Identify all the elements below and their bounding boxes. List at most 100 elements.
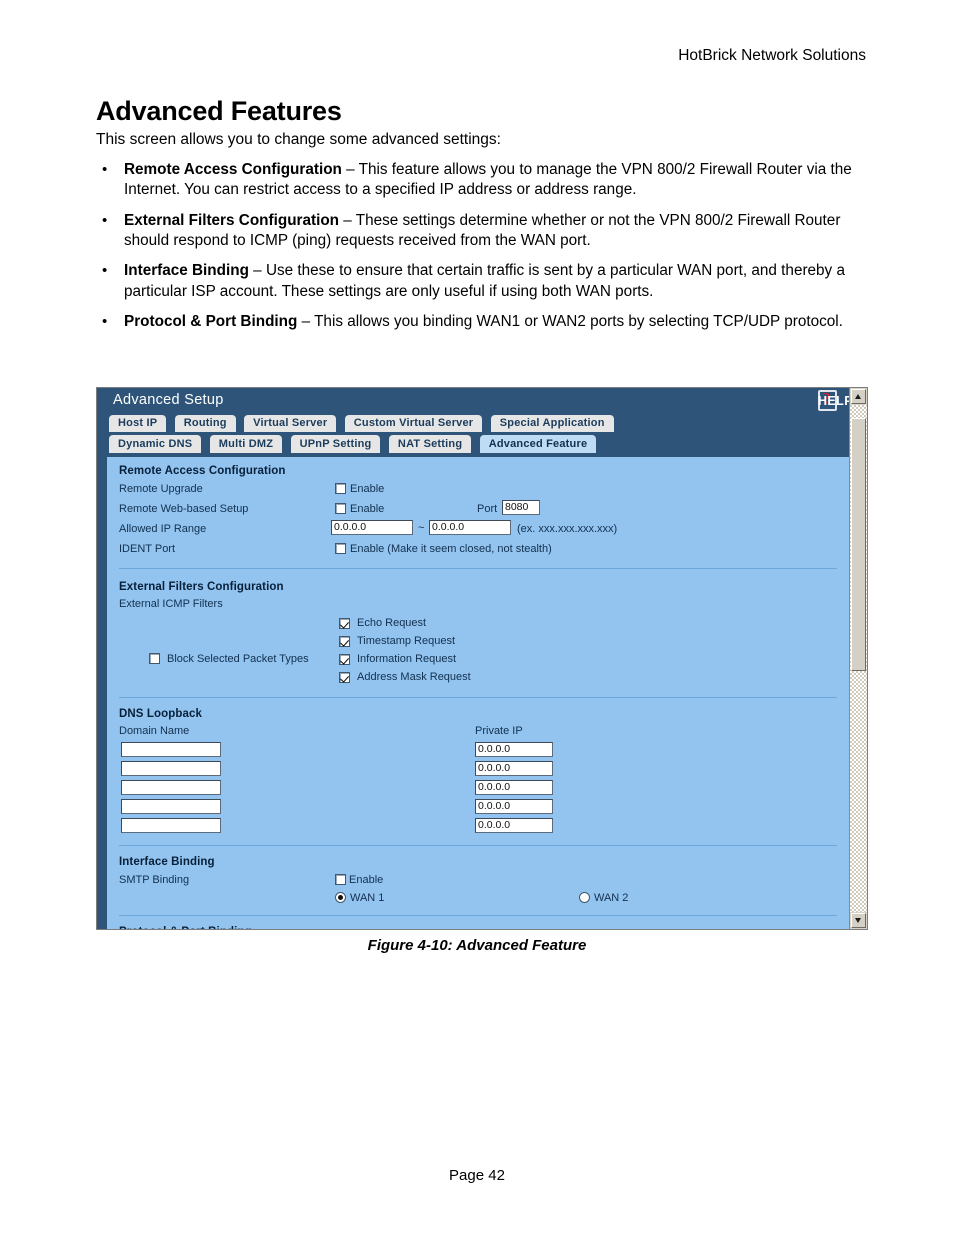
dns-private-ip-input-1[interactable]: 0.0.0.0: [475, 742, 553, 757]
list-item: • Interface Binding – Use these to ensur…: [96, 261, 886, 302]
triangle-down-icon: [855, 918, 861, 923]
window-titlebar: Advanced Setup ? HELP: [97, 388, 853, 414]
allowed-ip-from-input[interactable]: 0.0.0.0: [331, 520, 413, 535]
page-title: Advanced Features: [96, 96, 342, 127]
bullet-term: Remote Access Configuration: [124, 161, 342, 178]
checkbox-block-selected-packet-types[interactable]: [149, 653, 160, 664]
bullet-term: External Filters Configuration: [124, 211, 340, 229]
settings-panel: Remote Access Configuration Remote Upgra…: [97, 457, 849, 929]
help-label: HELP: [818, 393, 853, 408]
scrollbar-thumb[interactable]: [851, 418, 866, 671]
tab-nat-setting[interactable]: NAT Setting: [388, 435, 472, 453]
label-address-mask-request: Address Mask Request: [357, 671, 471, 683]
bullet-term: Interface Binding: [124, 262, 249, 280]
label-ident-port: IDENT Port: [119, 543, 176, 555]
window-title: Advanced Setup: [113, 392, 224, 408]
tab-advanced-feature[interactable]: Advanced Feature: [479, 435, 597, 453]
tab-dynamic-dns[interactable]: Dynamic DNS: [109, 435, 202, 453]
label-port: Port: [477, 503, 498, 515]
tab-custom-virtual-server[interactable]: Custom Virtual Server: [344, 415, 483, 432]
dns-domain-input-4[interactable]: [121, 799, 221, 814]
feature-bullet-list: • Remote Access Configuration – This fea…: [96, 160, 886, 342]
dns-domain-input-5[interactable]: [121, 818, 221, 833]
help-button[interactable]: ? HELP: [818, 389, 853, 411]
port-input[interactable]: 8080: [502, 500, 540, 515]
radio-wan-1[interactable]: [335, 892, 346, 903]
label-remote-upgrade-enable: Enable: [350, 483, 385, 495]
label-smtp-binding: SMTP Binding: [119, 874, 190, 886]
tab-host-ip[interactable]: Host IP: [109, 415, 167, 432]
label-external-icmp-filters: External ICMP Filters: [119, 598, 223, 610]
bullet-term: Protocol & Port Binding: [124, 313, 298, 331]
bullet-marker: •: [102, 211, 108, 229]
section-title-protocol-port-binding: Protocol & Port Binding: [119, 926, 252, 929]
label-ident-port-enable: Enable (Make it seem closed, not stealth…: [350, 543, 552, 555]
section-divider: [119, 697, 837, 698]
checkbox-remote-upgrade-enable[interactable]: [335, 483, 346, 494]
section-title-remote-access: Remote Access Configuration: [119, 465, 286, 477]
settings-panel-body: Remote Access Configuration Remote Upgra…: [107, 457, 849, 929]
scroll-down-button[interactable]: [851, 913, 866, 928]
section-title-external-filters: External Filters Configuration: [119, 581, 284, 593]
checkbox-smtp-binding-enable[interactable]: [335, 874, 346, 885]
dns-domain-input-2[interactable]: [121, 761, 221, 776]
dns-domain-input-3[interactable]: [121, 780, 221, 795]
router-ui-screenshot: Advanced Setup ? HELP Host IP Routing Vi…: [96, 387, 868, 930]
tab-special-application[interactable]: Special Application: [490, 415, 614, 432]
router-ui-content: Advanced Setup ? HELP Host IP Routing Vi…: [97, 388, 853, 929]
figure-caption: Figure 4-10: Advanced Feature: [367, 937, 587, 954]
triangle-up-icon: [855, 394, 861, 399]
page-number: Page 42: [449, 1167, 505, 1184]
section-divider: [119, 915, 837, 916]
checkbox-information-request[interactable]: [339, 654, 350, 665]
column-header-domain-name: Domain Name: [119, 725, 190, 737]
list-item: • Protocol & Port Binding – This allows …: [96, 312, 886, 332]
checkbox-ident-port-enable[interactable]: [335, 543, 346, 554]
label-wan-2: WAN 2: [594, 892, 629, 904]
allowed-ip-range-separator: ~: [418, 522, 425, 534]
section-divider: [119, 568, 837, 569]
label-remote-upgrade: Remote Upgrade: [119, 483, 203, 495]
label-wan-1: WAN 1: [350, 892, 385, 904]
dns-private-ip-input-4[interactable]: 0.0.0.0: [475, 799, 553, 814]
label-remote-web-setup-enable: Enable: [350, 503, 385, 515]
allowed-ip-to-input[interactable]: 0.0.0.0: [429, 520, 511, 535]
label-allowed-ip-range: Allowed IP Range: [119, 523, 207, 535]
list-item: • Remote Access Configuration – This fea…: [96, 160, 886, 201]
dns-domain-input-1[interactable]: [121, 742, 221, 757]
allowed-ip-range-hint: (ex. xxx.xxx.xxx.xxx): [517, 523, 618, 535]
section-divider: [119, 845, 837, 846]
vertical-scrollbar[interactable]: [849, 388, 867, 929]
label-block-selected-packet-types: Block Selected Packet Types: [167, 653, 309, 665]
running-header: HotBrick Network Solutions: [678, 47, 866, 64]
label-timestamp-request: Timestamp Request: [357, 635, 456, 647]
tab-multi-dmz[interactable]: Multi DMZ: [209, 435, 283, 453]
section-title-interface-binding: Interface Binding: [119, 856, 215, 868]
bullet-text: – This allows you binding WAN1 or WAN2 p…: [297, 313, 843, 331]
bullet-marker: •: [102, 313, 108, 331]
label-remote-web-setup: Remote Web-based Setup: [119, 503, 249, 515]
scroll-up-button[interactable]: [851, 389, 866, 404]
label-echo-request: Echo Request: [357, 617, 427, 629]
checkbox-timestamp-request[interactable]: [339, 636, 350, 647]
tab-upnp-setting[interactable]: UPnP Setting: [290, 435, 381, 453]
column-header-private-ip: Private IP: [475, 725, 523, 737]
dns-private-ip-input-2[interactable]: 0.0.0.0: [475, 761, 553, 776]
label-smtp-binding-enable: Enable: [349, 874, 384, 886]
tab-virtual-server[interactable]: Virtual Server: [244, 415, 337, 432]
bullet-marker: •: [102, 161, 108, 178]
intro-paragraph: This screen allows you to change some ad…: [96, 131, 501, 148]
list-item: • External Filters Configuration – These…: [96, 211, 886, 252]
bullet-marker: •: [102, 262, 108, 280]
checkbox-address-mask-request[interactable]: [339, 672, 350, 683]
dns-private-ip-input-3[interactable]: 0.0.0.0: [475, 780, 553, 795]
dns-private-ip-input-5[interactable]: 0.0.0.0: [475, 818, 553, 833]
radio-wan-2[interactable]: [579, 892, 590, 903]
tab-row-2: Dynamic DNS Multi DMZ UPnP Setting NAT S…: [97, 435, 849, 457]
checkbox-remote-web-setup-enable[interactable]: [335, 503, 346, 514]
label-information-request: Information Request: [357, 653, 457, 665]
tab-routing[interactable]: Routing: [174, 415, 236, 432]
tab-row-1: Host IP Routing Virtual Server Custom Vi…: [97, 414, 849, 435]
section-title-dns-loopback: DNS Loopback: [119, 708, 202, 720]
checkbox-echo-request[interactable]: [339, 618, 350, 629]
